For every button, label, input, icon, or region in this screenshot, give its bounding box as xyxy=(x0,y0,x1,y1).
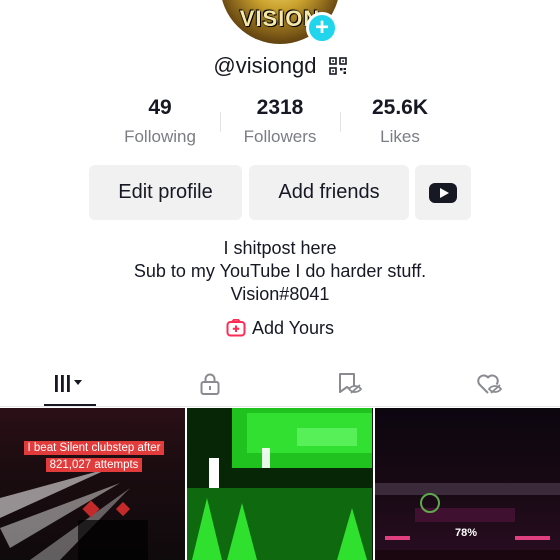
stat-divider xyxy=(340,112,341,132)
add-friends-button[interactable]: Add friends xyxy=(249,165,409,220)
profile-tabs xyxy=(0,362,560,408)
tab-videos[interactable] xyxy=(0,362,140,406)
level-progress-percent: 78% xyxy=(455,527,478,539)
profile-stats: 49 Following 2318 Followers 25.6K Likes xyxy=(100,96,460,156)
bio: I shitpost here Sub to my YouTube I do h… xyxy=(0,237,560,306)
add-yours-label: Add Yours xyxy=(251,318,335,338)
stat-followers[interactable]: 2318 Followers xyxy=(220,96,340,156)
youtube-icon xyxy=(429,182,457,203)
tab-liked[interactable] xyxy=(420,362,560,406)
stat-likes[interactable]: 25.6K Likes xyxy=(340,96,460,156)
edit-profile-button[interactable]: Edit profile xyxy=(89,165,242,220)
followers-label: Followers xyxy=(243,127,317,146)
username-row: @visiongd xyxy=(0,52,560,79)
following-count: 49 xyxy=(148,96,172,119)
likes-count: 25.6K xyxy=(371,96,429,119)
lock-icon xyxy=(200,373,220,395)
add-yours-icon xyxy=(226,318,246,337)
tabs-divider xyxy=(0,406,560,407)
hidden-bookmark-icon xyxy=(339,373,363,394)
thumbnail-art xyxy=(0,468,148,560)
chevron-down-icon xyxy=(74,380,82,385)
bio-line: Sub to my YouTube I do harder stuff. xyxy=(133,261,427,281)
stat-following[interactable]: 49 Following xyxy=(100,96,220,156)
add-avatar-plus-icon[interactable]: + xyxy=(306,12,338,44)
tab-private[interactable] xyxy=(140,362,280,406)
video-thumbnail[interactable] xyxy=(187,408,373,560)
youtube-button[interactable] xyxy=(415,165,471,220)
hidden-heart-icon xyxy=(477,374,503,394)
likes-label: Likes xyxy=(380,127,420,146)
qr-code-icon[interactable] xyxy=(328,57,347,75)
followers-count: 2318 xyxy=(256,96,304,119)
video-thumbnail[interactable]: I beat Silent clubstep after 821,027 att… xyxy=(0,408,186,560)
thumbnail-art xyxy=(187,408,373,560)
following-label: Following xyxy=(124,127,196,146)
add-yours-link[interactable]: Add Yours xyxy=(0,318,560,339)
video-grid-icon xyxy=(55,375,82,392)
tab-reposts[interactable] xyxy=(280,362,420,406)
stat-divider xyxy=(220,112,221,132)
bio-line: Vision#8041 xyxy=(230,284,330,304)
video-caption: I beat Silent clubstep after 821,027 att… xyxy=(18,440,170,474)
bio-line: I shitpost here xyxy=(223,238,337,258)
username: @visiongd xyxy=(213,53,317,79)
